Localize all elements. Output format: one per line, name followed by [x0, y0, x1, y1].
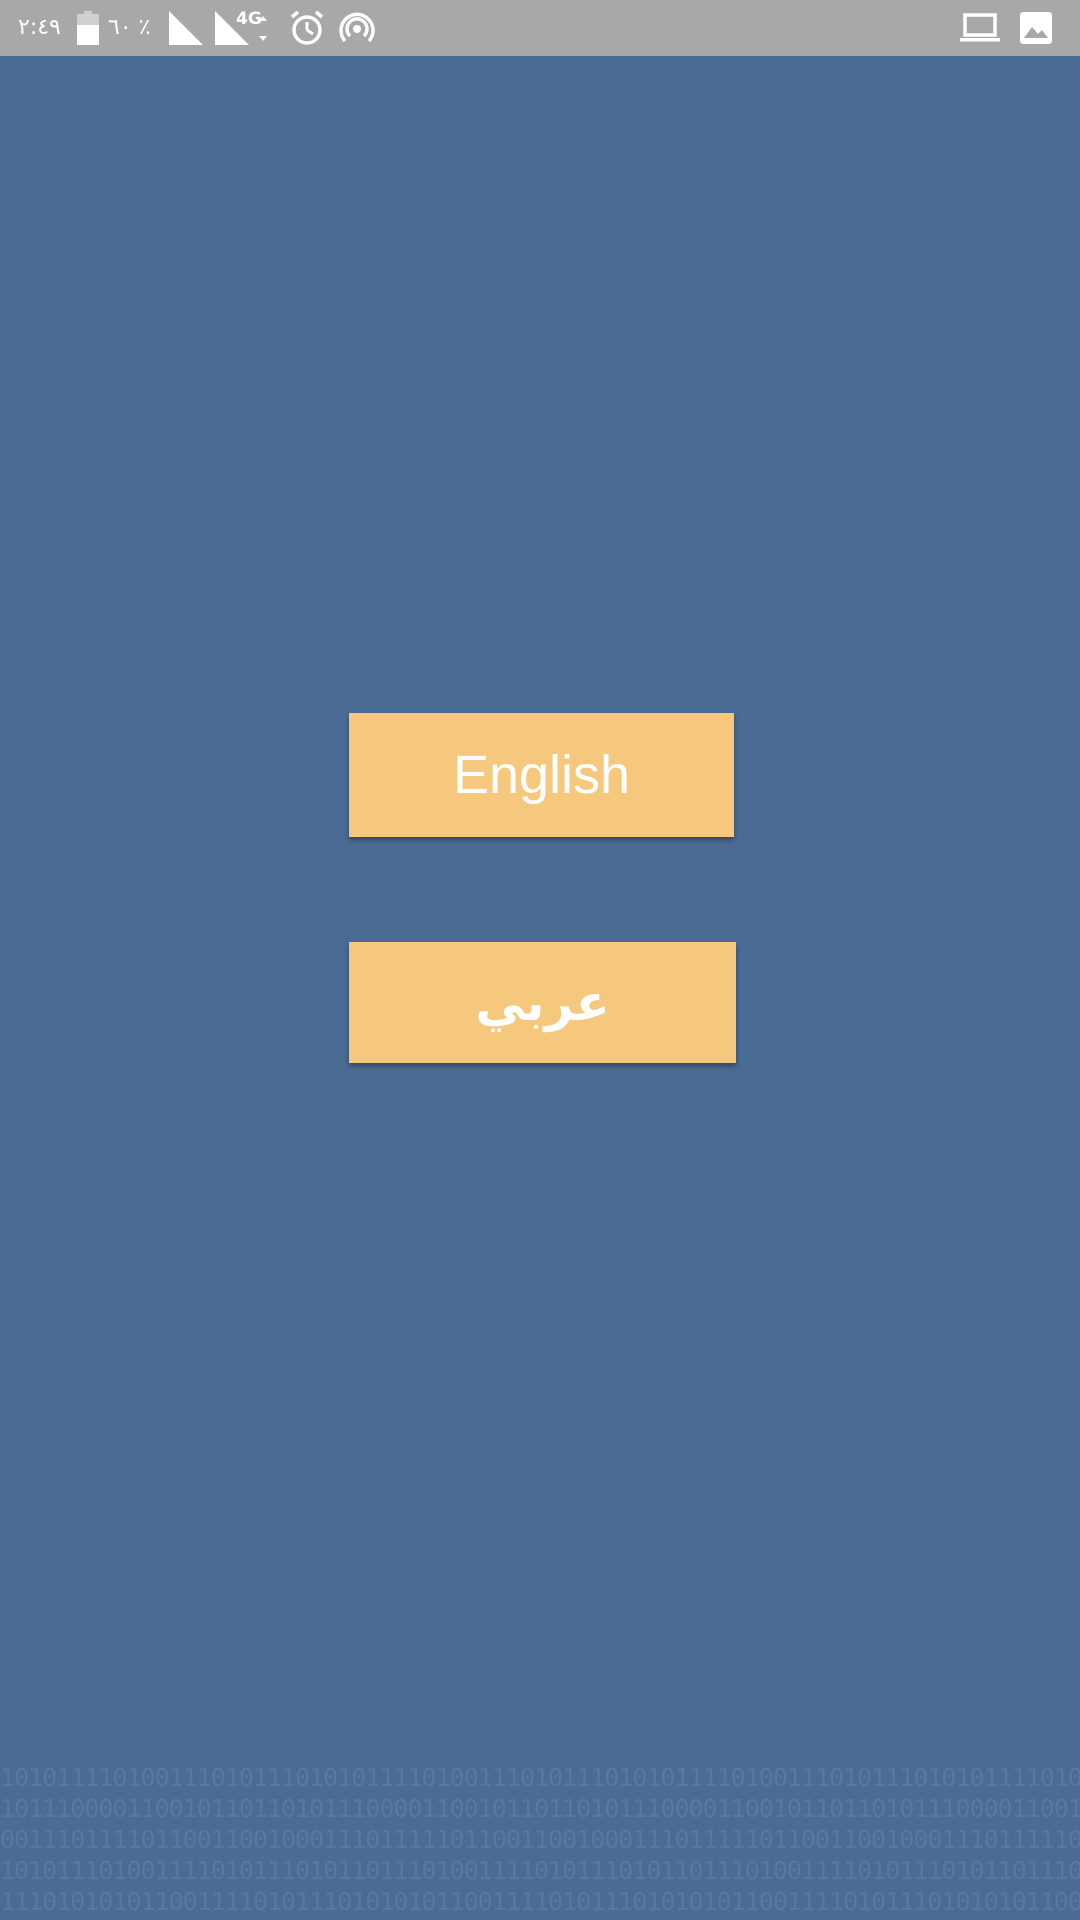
arabic-button-label: عربي	[475, 973, 610, 1032]
binary-pattern-row: 1010111101001110101110101011110100111010…	[0, 1763, 1080, 1792]
binary-pattern-row: 0011101111011001100100011101111101100110…	[0, 1825, 1080, 1854]
status-time-container: ٢:٤٩	[18, 0, 61, 56]
network-type-container: 4G	[236, 0, 262, 47]
binary-pattern-row: 1011100001100101101101011100001100101101…	[0, 1794, 1080, 1823]
status-bar: ٢:٤٩ ٦٠ ٪ 4G	[0, 0, 1080, 56]
alarm-icon	[289, 0, 325, 56]
english-button-label: English	[452, 745, 631, 805]
signal-icon	[169, 0, 203, 56]
status-battery-percent-container: ٦٠ ٪	[108, 0, 150, 56]
image-icon	[1020, 0, 1052, 56]
network-type-label: 4G	[236, 8, 262, 29]
laptop-icon	[960, 0, 1000, 56]
binary-pattern-row: 1110101010110011110101110101010110011110…	[0, 1887, 1080, 1916]
status-battery-percent: ٦٠ ٪	[108, 15, 151, 40]
binary-pattern-background: 1010111101001110101110101011110100111010…	[0, 1762, 1080, 1920]
battery-icon	[77, 0, 99, 56]
status-time: ٢:٤٩	[18, 15, 61, 40]
binary-pattern-row: 1010111010011110101110101101110100111101…	[0, 1856, 1080, 1885]
hotspot-icon	[339, 0, 375, 56]
arabic-button[interactable]: عربي	[349, 942, 736, 1063]
english-button[interactable]: English	[349, 713, 734, 837]
